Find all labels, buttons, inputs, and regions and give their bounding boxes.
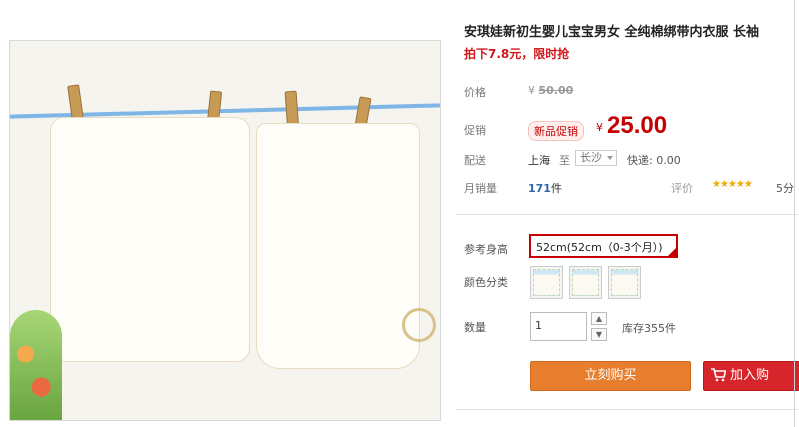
size-option-selected[interactable]: 52cm(52cm（0-3个月）): [529, 234, 678, 258]
caret-up-icon[interactable]: ▲: [591, 312, 607, 325]
ring-decoration: [402, 308, 436, 342]
color-label: 颜色分类: [464, 276, 508, 289]
product-main-image[interactable]: [9, 40, 441, 421]
original-price-value: 50.00: [538, 84, 574, 97]
ship-to-label: 至: [559, 154, 570, 167]
caret-down-icon[interactable]: ▼: [591, 328, 607, 341]
original-price-label: 价格: [464, 86, 486, 99]
product-title: 安琪娃新初生婴儿宝宝男女 全纯棉绑带内衣服 长袖: [464, 25, 760, 40]
swatch-thumbnail: [611, 269, 638, 296]
monthly-sales: 171件: [528, 180, 562, 196]
baby-pants-garment: [256, 123, 420, 369]
section-divider: [456, 214, 799, 215]
size-option-text: 52cm(52cm（0-3个月）): [536, 241, 663, 254]
buy-now-button[interactable]: 立刻购买: [530, 361, 691, 391]
original-price: ¥ 50.00: [528, 84, 573, 97]
baby-top-garment: [50, 117, 250, 362]
section-divider: [456, 409, 799, 410]
destination-city-select[interactable]: 长沙: [575, 150, 617, 166]
destination-city: 长沙: [580, 151, 602, 164]
ship-from-city: 上海: [528, 154, 550, 167]
swatch-thumbnail: [572, 269, 599, 296]
quantity-label: 数量: [464, 321, 486, 334]
promo-currency: ¥: [596, 121, 603, 134]
size-label: 参考身高: [464, 243, 508, 256]
promo-price: 25.00: [607, 112, 668, 139]
promo-headline: 拍下7.8元，限时抢: [464, 47, 570, 61]
swatch-thumbnail: [533, 269, 560, 296]
color-swatch[interactable]: [530, 266, 563, 299]
color-swatch[interactable]: [569, 266, 602, 299]
rating-label: 评价: [671, 182, 693, 195]
chevron-down-icon: [607, 156, 613, 160]
express-fee: 快递: 0.00: [627, 154, 681, 167]
monthly-sales-label: 月销量: [464, 182, 497, 195]
stock-count: 库存355件: [622, 322, 676, 335]
panel-border: [794, 0, 795, 427]
promo-badge: 新品促销: [528, 121, 584, 141]
selected-check-icon: [668, 248, 676, 256]
color-swatch[interactable]: [608, 266, 641, 299]
original-currency: ¥: [528, 84, 535, 97]
monthly-sales-unit: 件: [550, 182, 562, 195]
cart-icon: [711, 368, 726, 382]
rating-score[interactable]: 5分: [776, 180, 794, 196]
rating-stars-icon: ★★★★★: [712, 179, 753, 190]
monthly-sales-count: 171: [528, 182, 551, 195]
flower-decoration: [10, 310, 62, 420]
quantity-input[interactable]: 1: [530, 312, 587, 341]
delivery-label: 配送: [464, 154, 486, 167]
price-info-panel: 价格 ¥ 50.00 促销 新品促销 ¥ 25.00 配送 上海 至 长沙 快递…: [456, 72, 799, 197]
promo-price-label: 促销: [464, 124, 486, 137]
